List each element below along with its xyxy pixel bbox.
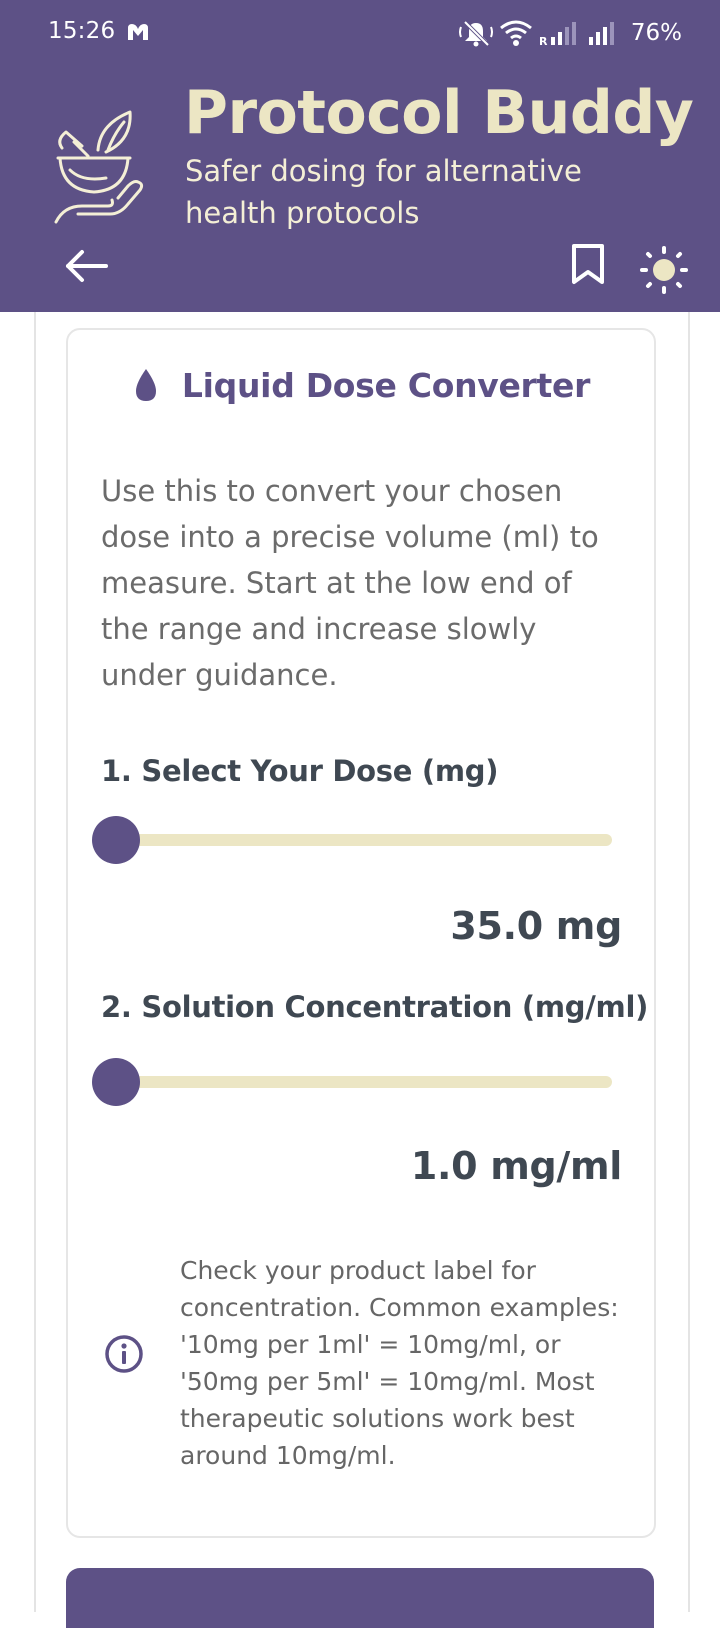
info-icon — [105, 1335, 143, 1373]
dose-slider[interactable] — [92, 816, 612, 864]
back-arrow-icon[interactable] — [64, 246, 110, 286]
liquid-dose-converter-card: Liquid Dose Converter Use this to conver… — [66, 328, 656, 1538]
signal-icon: R — [539, 22, 576, 47]
dose-value: 35.0 mg — [450, 904, 622, 948]
wifi-icon — [499, 20, 532, 46]
dose-slider-thumb[interactable] — [92, 816, 140, 864]
status-time: 15:26 — [48, 18, 116, 44]
svg-text:R: R — [539, 35, 548, 47]
card-title: Liquid Dose Converter — [68, 360, 654, 410]
info-text: Check your product label for concentrati… — [180, 1256, 619, 1470]
card-title-text: Liquid Dose Converter — [181, 365, 591, 405]
concentration-label: 2. Solution Concentration (mg/ml) — [101, 990, 649, 1024]
bookmark-icon[interactable] — [570, 242, 606, 286]
mute-icon — [458, 20, 493, 47]
concentration-slider[interactable] — [92, 1058, 612, 1106]
intro-text: Use this to convert your chosen dose int… — [101, 474, 599, 692]
status-icons: R 76% — [458, 16, 682, 50]
convert-button[interactable] — [66, 1568, 654, 1628]
sun-icon[interactable] — [640, 246, 688, 294]
app-header: Protocol Buddy Safer dosing for alternat… — [0, 66, 720, 312]
dose-label: 1. Select Your Dose (mg) — [101, 754, 499, 788]
battery-level: 76% — [630, 20, 682, 46]
status-bar: 15:26 R 76% — [0, 0, 720, 66]
concentration-slider-thumb[interactable] — [92, 1058, 140, 1106]
notification-icon — [128, 24, 148, 40]
mortar-pestle-hand-icon — [54, 110, 144, 224]
app-title: Protocol Buddy — [184, 78, 694, 148]
concentration-value: 1.0 mg/ml — [410, 1144, 622, 1188]
water-drop-icon — [135, 369, 156, 401]
app-subtitle: Safer dosing for alternative health prot… — [185, 154, 582, 230]
signal-icon — [588, 22, 614, 45]
